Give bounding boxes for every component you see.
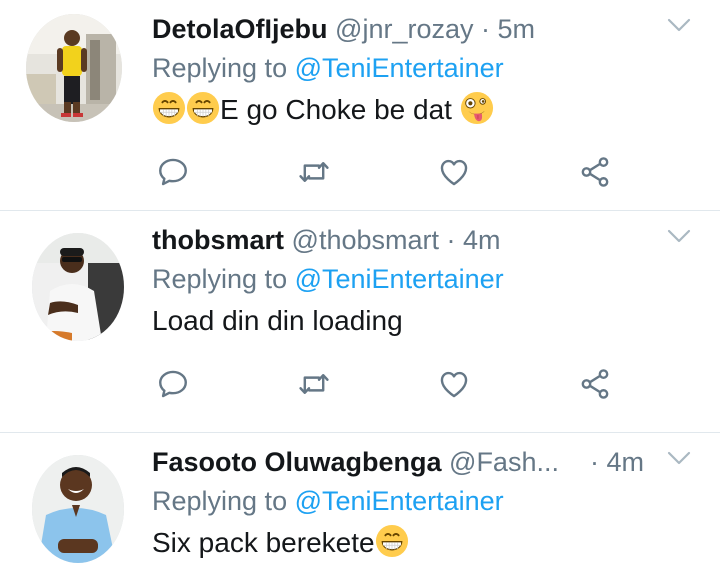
reply-icon: [156, 367, 190, 401]
grinning-face-emoji: [186, 91, 220, 125]
reply-button[interactable]: [156, 367, 190, 401]
retweet-button[interactable]: [297, 367, 331, 401]
share-icon: [578, 155, 612, 189]
replying-prefix: Replying to: [152, 53, 288, 83]
reply-button[interactable]: [156, 155, 190, 189]
replying-to: Replying to @TeniEntertainer: [152, 48, 720, 88]
replying-prefix: Replying to: [152, 486, 288, 516]
display-name[interactable]: Fasooto Oluwagbenga: [152, 447, 442, 477]
avatar[interactable]: [32, 233, 124, 341]
mention-link[interactable]: @TeniEntertainer: [295, 53, 504, 83]
timestamp[interactable]: 4m: [607, 447, 645, 477]
retweet-icon: [297, 367, 331, 401]
tweet-text: Load din din loading: [152, 305, 403, 336]
tweet-text-content: Six pack berekete: [152, 527, 375, 558]
tweet-text: E go Choke be dat: [152, 88, 720, 132]
replying-to: Replying to @TeniEntertainer: [152, 481, 720, 521]
handle[interactable]: @jnr_rozay: [335, 14, 473, 44]
mention-link[interactable]: @TeniEntertainer: [295, 486, 504, 516]
mention-link[interactable]: @TeniEntertainer: [295, 264, 504, 294]
chevron-down-icon[interactable]: [666, 449, 692, 467]
tweet-text-content: E go Choke be dat: [220, 94, 452, 125]
share-button[interactable]: [578, 367, 612, 401]
retweet-button[interactable]: [297, 155, 331, 189]
action-bar: [152, 155, 622, 191]
like-button[interactable]: [437, 155, 471, 189]
separator: ·: [446, 225, 456, 255]
separator: ·: [481, 14, 491, 44]
handle[interactable]: @Fash...: [449, 443, 559, 481]
share-button[interactable]: [578, 155, 612, 189]
tweet[interactable]: Fasooto Oluwagbenga @Fash... · 4m Replyi…: [0, 433, 720, 573]
like-button[interactable]: [437, 367, 471, 401]
grinning-face-emoji: [152, 91, 186, 125]
avatar[interactable]: [32, 455, 124, 563]
tweet-text: Six pack berekete: [152, 521, 720, 565]
like-icon: [437, 367, 471, 401]
avatar[interactable]: [26, 14, 122, 122]
display-name[interactable]: DetolaOfIjebu: [152, 14, 328, 44]
timestamp[interactable]: 5m: [498, 14, 536, 44]
timestamp[interactable]: 4m: [463, 225, 501, 255]
replying-prefix: Replying to: [152, 264, 288, 294]
separator: ·: [590, 447, 599, 477]
retweet-icon: [297, 155, 331, 189]
handle[interactable]: @thobsmart: [292, 225, 439, 255]
display-name[interactable]: thobsmart: [152, 225, 284, 255]
replying-to: Replying to @TeniEntertainer: [152, 259, 720, 299]
chevron-down-icon[interactable]: [666, 227, 692, 245]
share-icon: [578, 367, 612, 401]
grinning-face-emoji: [375, 524, 409, 558]
reply-icon: [156, 155, 190, 189]
action-bar: [152, 367, 622, 403]
chevron-down-icon[interactable]: [666, 16, 692, 34]
tweet[interactable]: thobsmart @thobsmart · 4m Replying to @T…: [0, 211, 720, 433]
like-icon: [437, 155, 471, 189]
zany-face-emoji: [460, 91, 494, 125]
tweet[interactable]: DetolaOfIjebu @jnr_rozay · 5m Replying t…: [0, 0, 720, 211]
